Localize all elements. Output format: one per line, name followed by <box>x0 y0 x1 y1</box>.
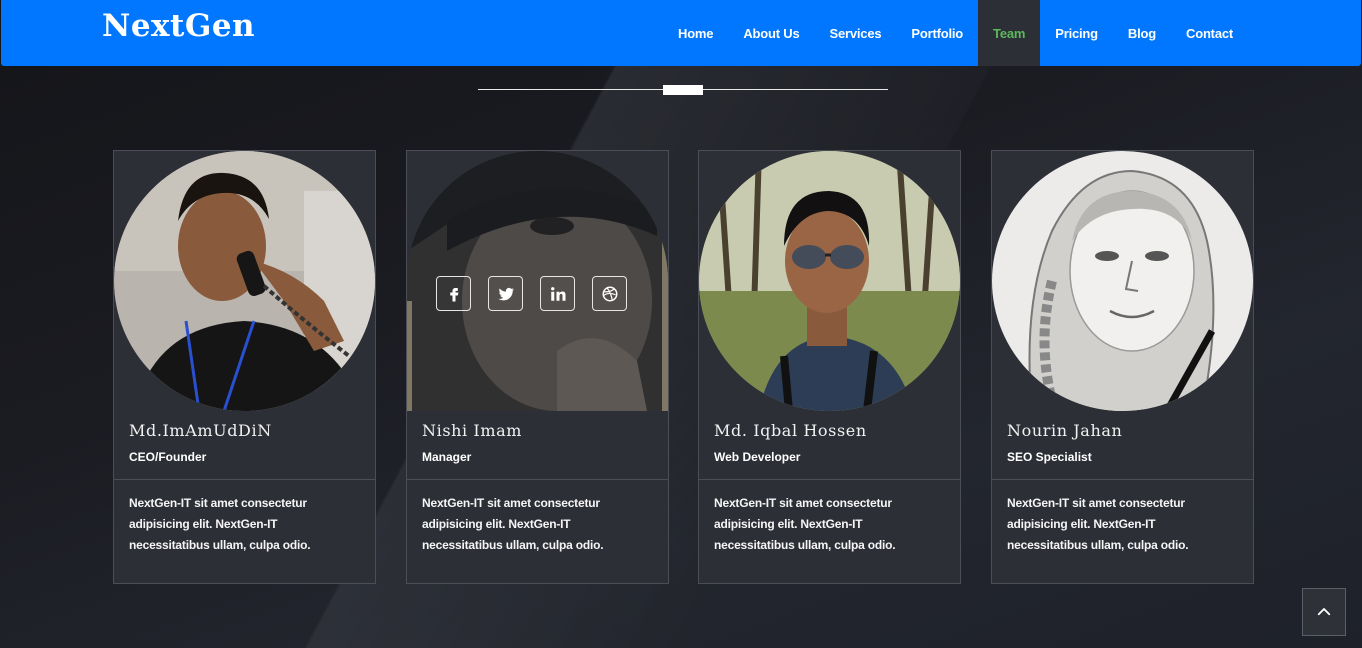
nav-item-services[interactable]: Services <box>815 0 897 66</box>
member-role: Web Developer <box>714 450 801 464</box>
twitter-icon[interactable] <box>488 276 523 311</box>
linkedin-icon[interactable] <box>540 276 575 311</box>
team-card: Nourin Jahan SEO Specialist NextGen-IT s… <box>991 150 1254 584</box>
member-name: Md.ImAmUdDiN <box>129 421 272 440</box>
dribbble-icon[interactable] <box>592 276 627 311</box>
nav-item-about-us[interactable]: About Us <box>728 0 814 66</box>
member-description: NextGen-IT sit amet consectetur adipisic… <box>714 496 896 552</box>
card-divider <box>992 479 1253 480</box>
chevron-up-icon <box>1317 608 1331 616</box>
nav-item-pricing[interactable]: Pricing <box>1040 0 1113 66</box>
brand-logo[interactable]: NextGen <box>102 8 255 44</box>
pencil-sketch-woman-photo <box>992 151 1253 411</box>
card-divider <box>699 479 960 480</box>
nav-item-home[interactable]: Home <box>663 0 728 66</box>
facebook-icon[interactable] <box>436 276 471 311</box>
member-name: Nourin Jahan <box>1007 421 1123 440</box>
member-role: Manager <box>422 450 472 464</box>
member-name: Nishi Imam <box>422 421 523 440</box>
card-divider <box>114 479 375 480</box>
nav-item-portfolio[interactable]: Portfolio <box>896 0 978 66</box>
nav-item-team[interactable]: Team <box>978 0 1041 66</box>
member-role: SEO Specialist <box>1007 450 1092 464</box>
scroll-to-top-button[interactable] <box>1302 588 1346 636</box>
navbar: NextGen Home About Us Services Portfolio… <box>1 0 1361 66</box>
member-role: CEO/Founder <box>129 450 207 464</box>
member-name: Md. Iqbal Hossen <box>714 421 867 440</box>
nav-item-blog[interactable]: Blog <box>1113 0 1171 66</box>
team-card: Nishi Imam Manager NextGen-IT sit amet c… <box>406 150 669 584</box>
member-description: NextGen-IT sit amet consectetur adipisic… <box>129 496 311 552</box>
team-card: Md. Iqbal Hossen Web Developer NextGen-I… <box>698 150 961 584</box>
social-links <box>436 276 627 311</box>
card-divider <box>407 479 668 480</box>
member-description: NextGen-IT sit amet consectetur adipisic… <box>1007 496 1189 552</box>
man-with-sunglasses-photo <box>699 151 960 411</box>
nav-item-contact[interactable]: Contact <box>1171 0 1248 66</box>
member-description: NextGen-IT sit amet consectetur adipisic… <box>422 496 604 552</box>
main-nav: Home About Us Services Portfolio Team Pr… <box>663 0 1248 66</box>
person-on-phone-photo <box>114 151 375 411</box>
team-card: Md.ImAmUdDiN CEO/Founder NextGen-IT sit … <box>113 150 376 584</box>
section-divider-accent <box>663 85 703 95</box>
